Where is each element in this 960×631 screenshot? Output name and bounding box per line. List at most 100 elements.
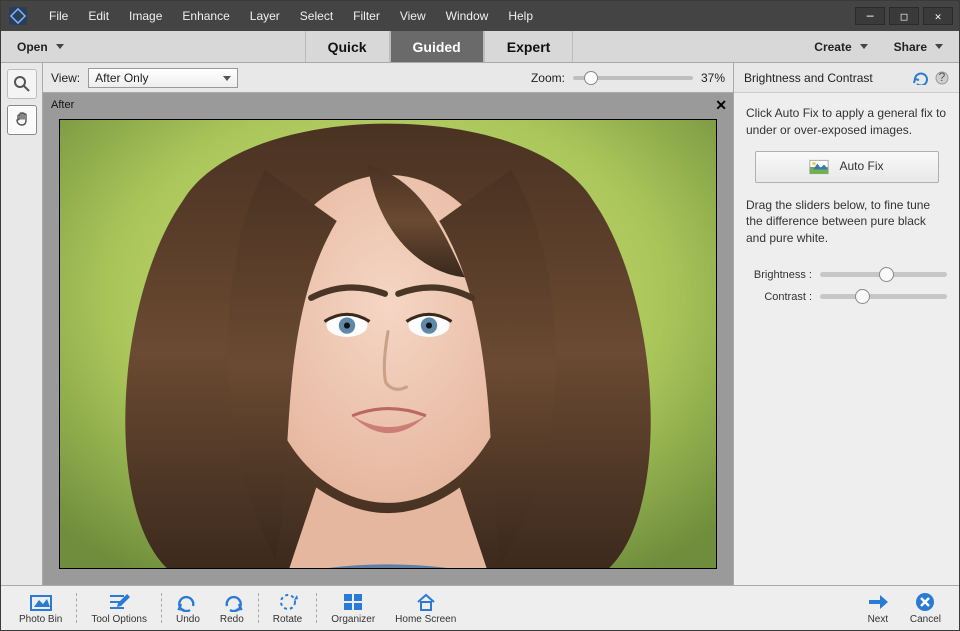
next-button[interactable]: Next	[856, 591, 900, 625]
redo-icon	[221, 591, 243, 613]
magnifier-icon	[13, 75, 31, 93]
caret-down-icon	[860, 44, 868, 49]
redo-label: Redo	[220, 614, 244, 625]
photo-bin-icon	[29, 591, 53, 613]
contrast-slider-thumb[interactable]	[855, 289, 870, 304]
main-area: View: After Only Zoom: 37% After ✕	[1, 63, 959, 585]
organizer-label: Organizer	[331, 614, 375, 625]
photo-preview	[59, 119, 717, 569]
home-icon	[415, 591, 437, 613]
mode-bar: Open Quick Guided Expert Create Share	[1, 31, 959, 63]
app-logo-icon	[7, 5, 29, 27]
menu-select[interactable]: Select	[290, 1, 343, 31]
brightness-slider[interactable]	[820, 272, 947, 277]
menu-edit[interactable]: Edit	[78, 1, 119, 31]
panel-title: Brightness and Contrast	[744, 71, 873, 85]
panel-hint-1: Click Auto Fix to apply a general fix to…	[746, 105, 947, 139]
menu-image[interactable]: Image	[119, 1, 172, 31]
after-label: After	[51, 99, 74, 111]
menu-filter[interactable]: Filter	[343, 1, 390, 31]
menu-view[interactable]: View	[390, 1, 436, 31]
panel-header: Brightness and Contrast ?	[734, 63, 959, 93]
panel-sliders: Brightness : Contrast :	[734, 259, 959, 313]
portrait-icon	[60, 120, 716, 568]
cancel-button[interactable]: Cancel	[900, 591, 951, 625]
tab-guided[interactable]: Guided	[390, 31, 484, 62]
cancel-label: Cancel	[910, 614, 941, 625]
contrast-label: Contrast :	[746, 291, 812, 303]
maximize-button[interactable]: □	[889, 7, 919, 25]
divider	[76, 593, 77, 623]
zoom-value: 37%	[701, 71, 725, 85]
organizer-button[interactable]: Organizer	[321, 591, 385, 625]
home-label: Home Screen	[395, 614, 456, 625]
organizer-icon	[342, 591, 364, 613]
menu-layer[interactable]: Layer	[240, 1, 290, 31]
photo-bin-label: Photo Bin	[19, 614, 62, 625]
caret-down-icon	[56, 44, 64, 49]
redo-button[interactable]: Redo	[210, 591, 254, 625]
autofix-button[interactable]: Auto Fix	[755, 151, 939, 183]
menu-window[interactable]: Window	[436, 1, 499, 31]
help-icon[interactable]: ?	[935, 71, 949, 85]
tool-column	[1, 63, 43, 585]
zoom-label: Zoom:	[531, 71, 565, 85]
tab-expert[interactable]: Expert	[484, 31, 574, 62]
brightness-slider-thumb[interactable]	[879, 267, 894, 282]
right-menus: Create Share	[798, 31, 959, 62]
share-menu[interactable]: Share	[894, 40, 927, 54]
undo-label: Undo	[176, 614, 200, 625]
zoom-controls: Zoom: 37%	[531, 71, 725, 85]
panel-header-icons: ?	[913, 71, 949, 85]
photo-bin-button[interactable]: Photo Bin	[9, 591, 72, 625]
tab-quick[interactable]: Quick	[305, 31, 390, 62]
cancel-icon	[915, 591, 935, 613]
home-screen-button[interactable]: Home Screen	[385, 591, 466, 625]
divider	[316, 593, 317, 623]
reset-icon[interactable]	[913, 71, 929, 85]
menu-bar: File Edit Image Enhance Layer Select Fil…	[1, 1, 959, 31]
window-controls: ─ □ ✕	[855, 7, 959, 25]
divider	[258, 593, 259, 623]
contrast-row: Contrast :	[746, 291, 947, 303]
zoom-slider-thumb[interactable]	[584, 71, 598, 85]
menu-enhance[interactable]: Enhance	[172, 1, 239, 31]
minimize-button[interactable]: ─	[855, 7, 885, 25]
zoom-slider[interactable]	[573, 76, 693, 80]
brightness-label: Brightness :	[746, 269, 812, 281]
svg-text:?: ?	[939, 71, 946, 84]
hand-icon	[13, 111, 31, 129]
bottom-bar: Photo Bin Tool Options Undo Redo Rotate …	[1, 585, 959, 630]
view-dropdown[interactable]: After Only	[88, 68, 238, 88]
caret-down-icon	[935, 44, 943, 49]
autofix-icon	[809, 159, 829, 175]
mode-tabs: Quick Guided Expert	[80, 31, 799, 62]
brightness-row: Brightness :	[746, 269, 947, 281]
hand-tool-button[interactable]	[7, 105, 37, 135]
divider	[161, 593, 162, 623]
tool-options-icon	[107, 591, 131, 613]
rotate-label: Rotate	[273, 614, 302, 625]
view-dropdown-value: After Only	[95, 71, 148, 85]
close-button[interactable]: ✕	[923, 7, 953, 25]
canvas-toolbar: View: After Only Zoom: 37%	[43, 63, 733, 93]
zoom-tool-button[interactable]	[7, 69, 37, 99]
open-label: Open	[17, 40, 48, 54]
menu-help[interactable]: Help	[498, 1, 543, 31]
next-icon	[866, 591, 890, 613]
panel-hint-2: Drag the sliders below, to fine tune the…	[746, 197, 947, 247]
next-label: Next	[868, 614, 889, 625]
autofix-label: Auto Fix	[839, 158, 883, 175]
undo-icon	[177, 591, 199, 613]
create-menu[interactable]: Create	[814, 40, 851, 54]
open-menu[interactable]: Open	[1, 31, 80, 62]
rotate-button[interactable]: Rotate	[263, 591, 312, 625]
close-document-button[interactable]: ✕	[715, 97, 727, 114]
contrast-slider[interactable]	[820, 294, 947, 299]
tool-options-label: Tool Options	[91, 614, 147, 625]
undo-button[interactable]: Undo	[166, 591, 210, 625]
tool-options-button[interactable]: Tool Options	[81, 591, 157, 625]
menu-file[interactable]: File	[39, 1, 78, 31]
view-label: View:	[51, 71, 80, 85]
canvas[interactable]: After ✕	[43, 93, 733, 585]
